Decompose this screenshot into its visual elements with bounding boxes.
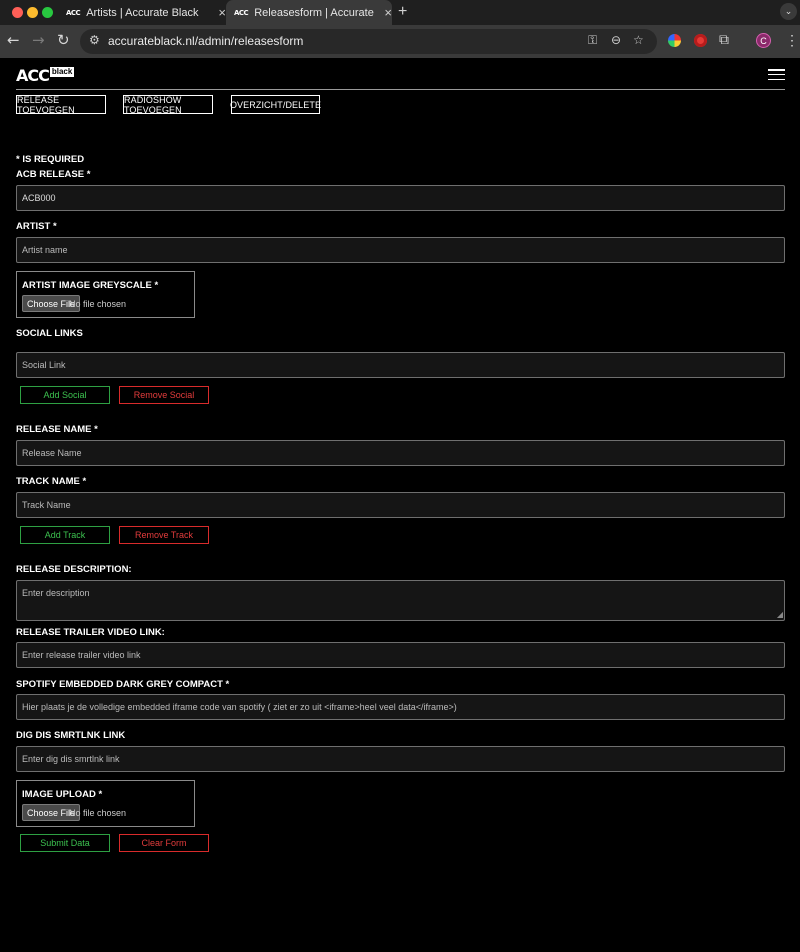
smrtlnk-input[interactable]: Enter dig dis smrtlnk link (16, 746, 785, 772)
hamburger-menu-icon[interactable] (768, 69, 785, 80)
artist-image-upload: ARTIST IMAGE GREYSCALE * Choose File No … (16, 271, 195, 318)
release-name-label: RELEASE NAME * (16, 424, 98, 435)
image-upload-file-status: No file chosen (69, 808, 127, 818)
logo-acc-text: ACC (16, 65, 50, 85)
artist-label: ARTIST * (16, 221, 57, 232)
close-tab-icon[interactable]: × (218, 5, 226, 20)
tab-releasesform[interactable]: ACC Releasesform | Accurate Black × (226, 0, 392, 25)
trailer-link-label: RELEASE TRAILER VIDEO LINK: (16, 627, 165, 638)
profile-avatar[interactable]: C (756, 33, 771, 48)
artist-image-file-status: No file chosen (69, 299, 127, 309)
close-tab-icon[interactable]: × (384, 5, 392, 20)
header-divider (16, 89, 785, 90)
submit-data-button[interactable]: Submit Data (20, 834, 110, 852)
remove-social-button[interactable]: Remove Social (119, 386, 209, 404)
spotify-embed-label: SPOTIFY EMBEDDED DARK GREY COMPACT * (16, 679, 230, 690)
tab-search-icon[interactable]: ⌄ (780, 3, 797, 20)
radioshow-toevoegen-button[interactable]: RADIOSHOW TOEVOEGEN (123, 95, 213, 115)
social-links-label: SOCIAL LINKS (16, 328, 83, 339)
image-upload-label: IMAGE UPLOAD * (22, 789, 103, 800)
track-name-label: TRACK NAME * (16, 476, 87, 487)
zoom-icon[interactable]: ⊖ (611, 33, 621, 47)
color-extension-icon[interactable] (668, 34, 681, 47)
site-favicon-icon: ACC (234, 8, 249, 17)
url-text: accurateblack.nl/admin/releasesform (108, 34, 304, 48)
release-description-placeholder: Enter description (22, 588, 90, 598)
new-tab-button[interactable]: + (398, 3, 407, 21)
site-info-icon[interactable]: ⚙ (89, 33, 100, 47)
release-description-textarea[interactable]: Enter description ◢ (16, 580, 785, 621)
release-description-label: RELEASE DESCRIPTION: (16, 564, 132, 575)
reload-icon[interactable]: ↻ (57, 31, 70, 49)
social-link-input[interactable]: Social Link (16, 352, 785, 378)
remove-track-button[interactable]: Remove Track (119, 526, 209, 544)
extensions-puzzle-icon[interactable]: ⧉ (719, 32, 729, 48)
overzicht-delete-button[interactable]: OVERZICHT/DELETE (230, 95, 321, 114)
site-logo[interactable]: ACC black (16, 65, 75, 85)
browser-toolbar: ← → ↻ ⚙ accurateblack.nl/admin/releasesf… (0, 25, 800, 58)
back-icon[interactable]: ← (7, 31, 20, 49)
add-social-button[interactable]: Add Social (20, 386, 110, 404)
release-toevoegen-button[interactable]: RELEASE TOEVOEGEN (16, 95, 106, 115)
address-bar[interactable]: ⚙ accurateblack.nl/admin/releasesform ⚿ … (80, 29, 657, 54)
record-extension-icon[interactable] (694, 34, 707, 47)
artist-image-label: ARTIST IMAGE GREYSCALE * (22, 280, 159, 291)
release-name-input[interactable]: Release Name (16, 440, 785, 466)
smrtlnk-label: DIG DIS SMRTLNK LINK (16, 730, 126, 741)
browser-tab-bar: ACC Artists | Accurate Black × ACC Relea… (0, 0, 800, 25)
bookmark-star-icon[interactable]: ☆ (633, 33, 644, 47)
trailer-link-input[interactable]: Enter release trailer video link (16, 642, 785, 668)
add-track-button[interactable]: Add Track (20, 526, 110, 544)
logo-black-text: black (49, 67, 75, 77)
image-upload: IMAGE UPLOAD * Choose File No file chose… (16, 780, 195, 827)
acb-release-label: ACB RELEASE * (16, 169, 91, 180)
tab-title: Artists | Accurate Black (86, 6, 199, 19)
resize-handle-icon[interactable]: ◢ (777, 611, 783, 619)
track-name-input[interactable]: Track Name (16, 492, 785, 518)
more-menu-icon[interactable]: ⋮ (785, 32, 799, 49)
maximize-window-button[interactable] (42, 7, 53, 18)
tab-artists[interactable]: ACC Artists | Accurate Black × (58, 0, 226, 25)
password-key-icon[interactable]: ⚿ (588, 33, 597, 48)
site-favicon-icon: ACC (66, 8, 81, 17)
forward-icon[interactable]: → (32, 31, 45, 49)
tab-title: Releasesform | Accurate Black (254, 6, 376, 19)
close-window-button[interactable] (12, 7, 23, 18)
spotify-embed-input[interactable]: Hier plaats je de volledige embedded ifr… (16, 694, 785, 720)
minimize-window-button[interactable] (27, 7, 38, 18)
required-note: * IS REQUIRED (16, 154, 85, 165)
artist-input[interactable]: Artist name (16, 237, 785, 263)
clear-form-button[interactable]: Clear Form (119, 834, 209, 852)
acb-release-input[interactable]: ACB000 (16, 185, 785, 211)
